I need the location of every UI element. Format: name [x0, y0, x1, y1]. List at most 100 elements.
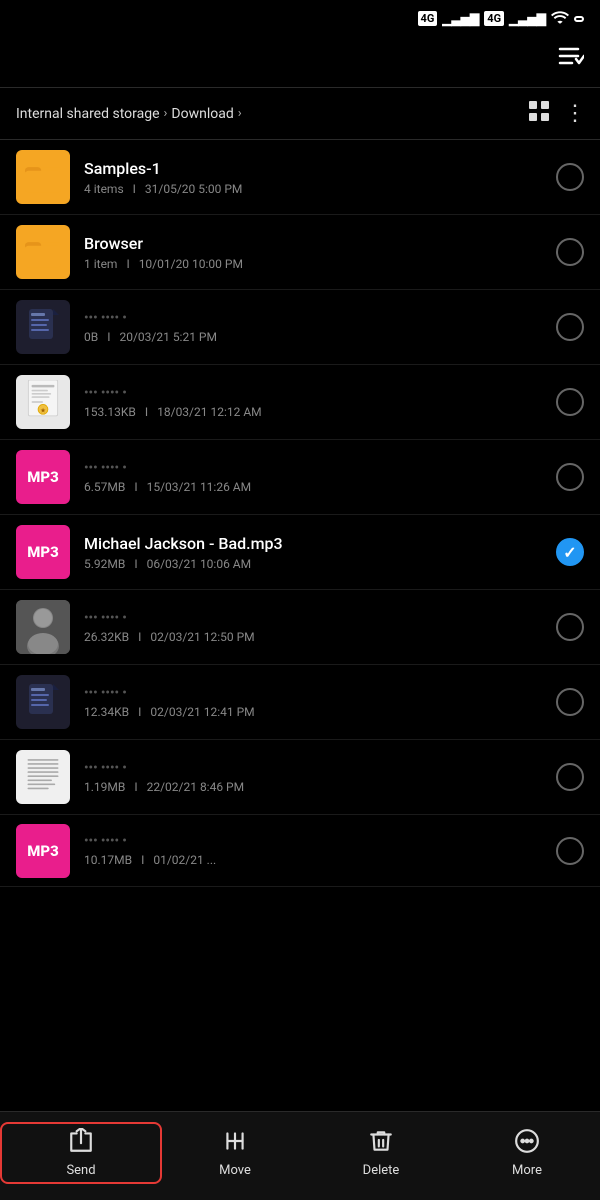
list-item[interactable]: ••• •••• • 0B I 20/03/21 5:21 PM — [0, 290, 600, 365]
send-icon — [68, 1128, 94, 1158]
delete-button[interactable]: Delete — [308, 1124, 454, 1182]
doc-icon — [16, 675, 70, 729]
file-checkbox[interactable] — [556, 688, 584, 716]
file-date: 02/03/21 12:50 PM — [150, 630, 254, 644]
file-meta: 153.13KB I 18/03/21 12:12 AM — [84, 405, 542, 419]
more-button[interactable]: More — [454, 1124, 600, 1182]
file-size: 26.32KB — [84, 630, 129, 644]
file-meta: 6.57MB I 15/03/21 11:26 AM — [84, 480, 542, 494]
file-size: 4 items — [84, 182, 124, 196]
file-date: 06/03/21 10:06 AM — [147, 557, 252, 571]
file-meta-separator: I — [134, 480, 137, 494]
file-size: 153.13KB — [84, 405, 136, 419]
file-size: 6.57MB — [84, 480, 125, 494]
breadcrumb-chevron-2: › — [238, 106, 242, 121]
file-date: 02/03/21 12:41 PM — [150, 705, 254, 719]
file-meta-separator: I — [133, 182, 136, 196]
file-info: Samples-1 4 items I 31/05/20 5:00 PM — [84, 159, 542, 196]
file-date: 15/03/21 11:26 AM — [147, 480, 252, 494]
file-date: 22/02/21 8:46 PM — [147, 780, 245, 794]
file-checkbox[interactable] — [556, 463, 584, 491]
file-info: Michael Jackson - Bad.mp3 5.92MB I 06/03… — [84, 534, 542, 571]
delete-label: Delete — [363, 1163, 400, 1178]
signal-2-icon: ▁▃▅▇ — [509, 12, 546, 26]
file-date: 10/01/20 10:00 PM — [139, 257, 243, 271]
file-checkbox[interactable] — [556, 763, 584, 791]
battery-indicator — [574, 16, 584, 22]
file-size: 5.92MB — [84, 557, 125, 571]
file-checkbox[interactable] — [556, 837, 584, 865]
status-bar: 4G ▁▃▅▇ 4G ▁▃▅▇ — [0, 0, 600, 35]
breadcrumb-path[interactable]: Internal shared storage › Download › — [16, 106, 242, 122]
breadcrumb-chevron-1: › — [164, 106, 168, 121]
send-button[interactable]: Send — [0, 1122, 162, 1184]
toolbar-spacer — [0, 887, 600, 967]
breadcrumb-root[interactable]: Internal shared storage — [16, 106, 160, 122]
list-item[interactable]: ••• •••• • 1.19MB I 22/02/21 8:46 PM — [0, 740, 600, 815]
file-name: ••• •••• • — [84, 461, 542, 476]
file-meta-separator: I — [134, 557, 137, 571]
file-meta-separator: I — [138, 630, 141, 644]
move-label: Move — [219, 1163, 251, 1178]
file-checkbox[interactable] — [556, 238, 584, 266]
list-item[interactable]: MP3 ••• •••• • 10.17MB I 01/02/21 ... — [0, 815, 600, 887]
breadcrumb: Internal shared storage › Download › ⋮ — [0, 88, 600, 139]
file-meta: 5.92MB I 06/03/21 10:06 AM — [84, 557, 542, 571]
doc-icon — [16, 300, 70, 354]
list-item[interactable]: MP3 ••• •••• • 6.57MB I 15/03/21 11:26 A… — [0, 440, 600, 515]
grid-view-button[interactable] — [528, 100, 550, 127]
list-doc-icon — [16, 750, 70, 804]
file-size: 1 item — [84, 257, 117, 271]
file-name: Browser — [84, 234, 542, 253]
file-checkbox[interactable] — [556, 613, 584, 641]
breadcrumb-current[interactable]: Download — [171, 106, 233, 122]
signal-icon: ▁▃▅▇ — [442, 12, 479, 26]
file-checkbox[interactable] — [556, 313, 584, 341]
file-name: ••• •••• • — [84, 761, 542, 776]
mp3-icon: MP3 — [16, 450, 70, 504]
file-info: Browser 1 item I 10/01/20 10:00 PM — [84, 234, 542, 271]
list-item[interactable]: Samples-1 4 items I 31/05/20 5:00 PM — [0, 140, 600, 215]
move-icon — [222, 1128, 248, 1158]
file-name: ••• •••• • — [84, 686, 542, 701]
file-size: 1.19MB — [84, 780, 125, 794]
file-size: 0B — [84, 330, 98, 344]
move-button[interactable]: Move — [162, 1124, 308, 1182]
svg-text:★: ★ — [40, 407, 46, 415]
list-item[interactable]: MP3 Michael Jackson - Bad.mp3 5.92MB I 0… — [0, 515, 600, 590]
mp3-icon: MP3 — [16, 824, 70, 878]
list-item[interactable]: Browser 1 item I 10/01/20 10:00 PM — [0, 215, 600, 290]
file-checkbox[interactable] — [556, 388, 584, 416]
file-meta: 26.32KB I 02/03/21 12:50 PM — [84, 630, 542, 644]
file-meta-separator: I — [145, 405, 148, 419]
file-info: ••• •••• • 26.32KB I 02/03/21 12:50 PM — [84, 611, 542, 644]
file-meta: 1 item I 10/01/20 10:00 PM — [84, 257, 542, 271]
breadcrumb-actions: ⋮ — [528, 100, 584, 127]
file-meta: 4 items I 31/05/20 5:00 PM — [84, 182, 542, 196]
file-date: 01/02/21 ... — [153, 853, 216, 867]
file-date: 31/05/20 5:00 PM — [145, 182, 243, 196]
file-name: ••• •••• • — [84, 311, 542, 326]
overflow-menu-button[interactable]: ⋮ — [564, 101, 584, 126]
file-name: ••• •••• • — [84, 834, 542, 849]
file-name: ••• •••• • — [84, 611, 542, 626]
list-item[interactable]: ••• •••• • 26.32KB I 02/03/21 12:50 PM — [0, 590, 600, 665]
person-icon — [16, 600, 70, 654]
file-date: 20/03/21 5:21 PM — [119, 330, 217, 344]
list-item[interactable]: ••• •••• • 12.34KB I 02/03/21 12:41 PM — [0, 665, 600, 740]
file-info: ••• •••• • 12.34KB I 02/03/21 12:41 PM — [84, 686, 542, 719]
file-meta: 10.17MB I 01/02/21 ... — [84, 853, 542, 867]
file-info: ••• •••• • 0B I 20/03/21 5:21 PM — [84, 311, 542, 344]
send-label: Send — [66, 1163, 95, 1178]
file-checkbox[interactable] — [556, 163, 584, 191]
file-size: 12.34KB — [84, 705, 129, 719]
list-item[interactable]: ★ ••• •••• • 153.13KB I 18/03/21 12:12 A… — [0, 365, 600, 440]
mp3-icon: MP3 — [16, 525, 70, 579]
select-all-button[interactable] — [558, 45, 584, 73]
file-name: Samples-1 — [84, 159, 542, 178]
file-checkbox[interactable] — [556, 538, 584, 566]
file-size: 10.17MB — [84, 853, 132, 867]
more-icon — [514, 1128, 540, 1158]
top-bar — [0, 35, 600, 87]
file-meta: 1.19MB I 22/02/21 8:46 PM — [84, 780, 542, 794]
